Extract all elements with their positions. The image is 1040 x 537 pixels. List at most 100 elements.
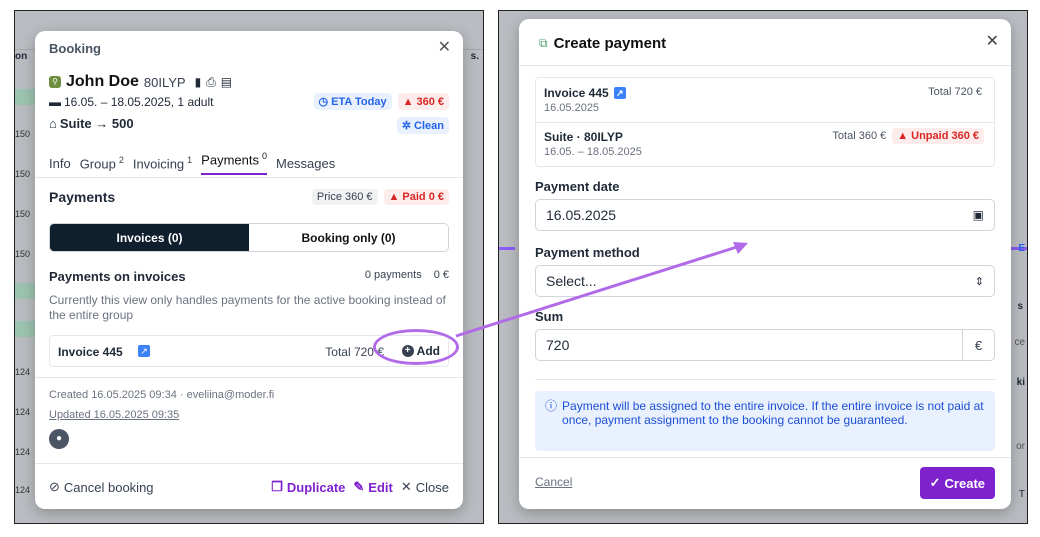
updated-link[interactable]: Updated 16.05.2025 09:35 (49, 409, 179, 421)
unpaid-text: Unpaid 360 € (911, 130, 979, 142)
invoice-summary: Invoice 445 ↗ 16.05.2025 Total 720 € Sui… (535, 77, 995, 167)
tab-messages[interactable]: Messages (276, 156, 335, 171)
create-button[interactable]: ✓ Create (919, 467, 995, 499)
room-label: Suite → 500 (59, 116, 134, 131)
payment-date-input[interactable]: 16.05.2025 ▣ (535, 199, 995, 231)
clean-badge[interactable]: ✲ Clean (396, 117, 449, 134)
segment-invoices[interactable]: Invoices (0) (50, 224, 249, 251)
sparkle-icon: ✲ (401, 120, 412, 132)
edit-button[interactable]: ✎ Edit (353, 479, 392, 495)
eta-text: ETA Today (331, 95, 387, 108)
close-button[interactable]: ✕ Close (401, 479, 449, 495)
bg-row-number: 124 (15, 447, 31, 457)
duplicate-button[interactable]: ❐ Duplicate (271, 479, 345, 495)
external-link-icon[interactable]: ↗ (613, 87, 626, 99)
booking-code: 80ILYP (143, 74, 186, 90)
invoice-label[interactable]: Invoice 445 (58, 345, 123, 359)
clipboard-icon[interactable]: ▤ (221, 75, 232, 89)
modal-title: Create payment (553, 35, 667, 52)
guest-name[interactable]: John Doe (66, 73, 139, 91)
tab-info[interactable]: Info (49, 156, 71, 171)
payment-method-label: Payment method (535, 245, 640, 260)
close-label: Close (415, 479, 449, 495)
bg-row-number: 124 (15, 407, 31, 417)
tab-label: Messages (276, 155, 336, 171)
payment-date-value: 16.05.2025 (546, 207, 617, 223)
bg-text: E (1018, 243, 1025, 254)
copy-icon: ❐ (271, 479, 283, 494)
eta-badge: ◷ ETA Today (313, 93, 392, 110)
create-payment-modal: ⧉ Create payment ✕ Invoice 445 ↗ 16.05.2… (519, 19, 1011, 509)
cancel-circle-icon: ⊘ (49, 479, 60, 494)
segmented-control: Invoices (0) Booking only (0) (49, 223, 449, 252)
balance-text: 360 € (416, 95, 444, 108)
printer-icon[interactable]: ⎙ (206, 75, 216, 90)
duplicate-label: Duplicate (286, 479, 346, 495)
bg-row-number: 150 (15, 129, 31, 139)
warning-icon: ▲ (402, 95, 414, 108)
payment-screenshot: E s ce ki or T ⧉ Create payment ✕ Invoic… (498, 10, 1028, 524)
cancel-booking-button[interactable]: ⊘ Cancel booking (49, 479, 154, 495)
payment-sum: 0 € (433, 269, 449, 281)
tab-label: Invoicing (132, 156, 185, 172)
bg-line (499, 247, 515, 250)
create-label: Create (944, 475, 985, 491)
booking-screenshot: on s. 150 150 150 150 124 124 124 124 Bo… (14, 10, 484, 524)
check-icon: ✓ (929, 475, 941, 490)
payment-count: 0 payments (364, 269, 422, 281)
suite-label: Suite · 80ILYP (544, 130, 623, 144)
tab-invoicing[interactable]: Invoicing 1 (133, 155, 192, 171)
sum-input[interactable]: 720 € (535, 329, 995, 361)
paid-badge: ▲ Paid 0 € (383, 189, 449, 205)
avatar[interactable]: ● (49, 429, 69, 449)
bg-header-left: on (15, 51, 28, 62)
tab-count: 0 (261, 151, 267, 161)
tab-payments[interactable]: Payments 0 (201, 151, 267, 176)
close-icon[interactable]: ✕ (438, 37, 451, 57)
payment-date-label: Payment date (535, 179, 620, 194)
created-info: Created 16.05.2025 09:34 · eveliina@mode… (49, 389, 275, 401)
price-badge: Price 360 € (311, 189, 378, 205)
tab-label: Info (49, 155, 71, 171)
chevron-updown-icon: ⇕ (974, 275, 984, 288)
divider (536, 122, 994, 123)
calendar-icon[interactable]: ▣ (973, 208, 984, 222)
cancel-button[interactable]: Cancel (535, 475, 572, 489)
tab-label: Payments (201, 152, 259, 168)
info-text: Payment will be assigned to the entire i… (562, 399, 984, 427)
bg-text: ce (1014, 337, 1025, 348)
calendar-icon: ▬ (49, 95, 61, 109)
currency-addon: € (962, 330, 994, 360)
tab-count: 1 (187, 155, 193, 165)
clean-text: Clean (414, 119, 444, 132)
payment-method-select[interactable]: Select... ⇕ (535, 265, 995, 297)
warning-icon: ▲ (897, 130, 909, 142)
bookmark-icon[interactable]: ▮ (195, 75, 202, 89)
divider (535, 379, 995, 380)
annotation-highlight (373, 329, 459, 365)
tab-group[interactable]: Group 2 (80, 155, 124, 171)
divider (35, 177, 463, 178)
bg-row-number: 150 (15, 209, 31, 219)
info-note: Currently this view only handles payment… (49, 293, 446, 322)
invoice-label[interactable]: Invoice 445 (544, 86, 609, 100)
payments-on-invoices-heading: Payments on invoices (49, 269, 186, 284)
unpaid-badge: ▲ Unpaid 360 € (892, 128, 984, 144)
tab-count: 2 (118, 155, 124, 165)
bg-header-right: s. (470, 51, 479, 62)
external-link-icon[interactable]: ↗ (138, 345, 150, 357)
close-icon[interactable]: ✕ (986, 31, 999, 51)
edit-label: Edit (368, 479, 393, 495)
bg-row-number: 150 (15, 249, 31, 259)
segment-booking-only[interactable]: Booking only (0) (249, 224, 448, 251)
modal-title: Booking (49, 41, 101, 56)
invoice-total: Total 720 € (928, 86, 982, 98)
bg-row-number: 150 (15, 169, 31, 179)
suite-dates: 16.05. – 18.05.2025 (544, 146, 642, 158)
link-icon[interactable]: ⚲ (49, 76, 61, 88)
divider (35, 463, 463, 464)
balance-badge: ▲ 360 € (397, 93, 449, 110)
bg-row-number: 124 (15, 367, 31, 377)
bg-text: s (1017, 301, 1023, 312)
clock-icon: ◷ (318, 96, 329, 108)
